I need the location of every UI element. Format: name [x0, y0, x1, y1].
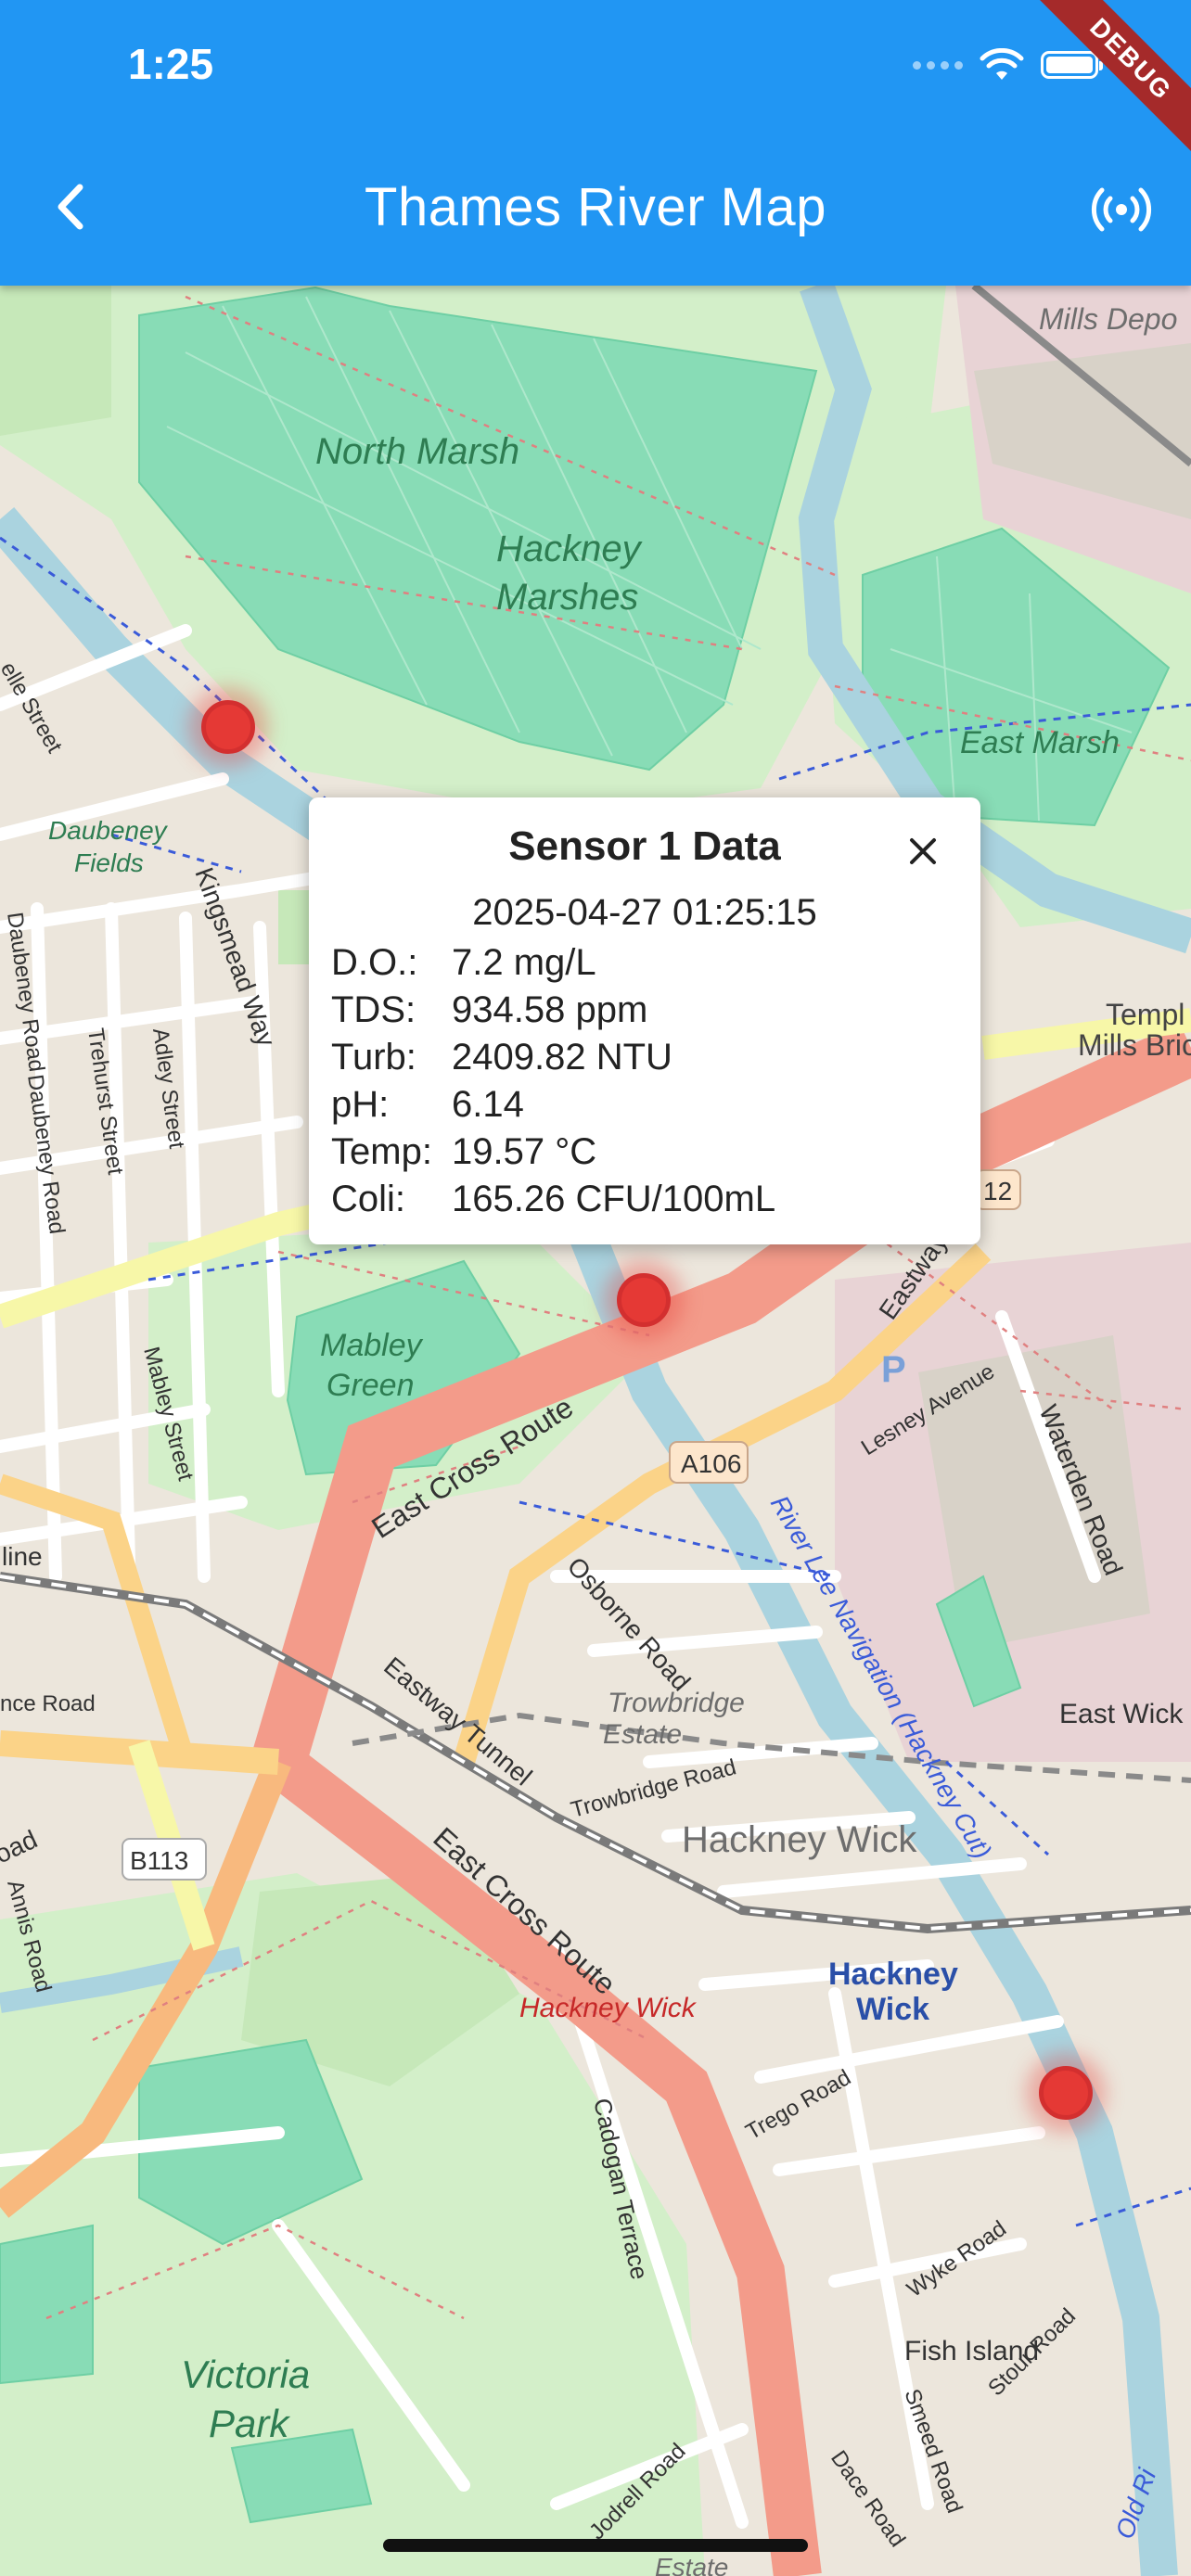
- reading-row: D.O.: 7.2 mg/L: [331, 939, 775, 987]
- reading-row: pH: 6.14: [331, 1081, 775, 1129]
- app-bar: 1:25 Thames River Map: [0, 0, 1191, 286]
- reading-value: 19.57 °C: [452, 1131, 597, 1172]
- map-label-b113: B113: [130, 1846, 188, 1875]
- reading-value: 2409.82 NTU: [452, 1037, 672, 1078]
- map-label-hackney-wick: Hackney Wick: [682, 1819, 917, 1860]
- map-label-a12: 12: [983, 1177, 1012, 1205]
- broadcast-signal-icon[interactable]: [1089, 182, 1154, 237]
- page-title: Thames River Map: [365, 177, 826, 237]
- reading-label: Coli:: [331, 1179, 406, 1219]
- map-label-daubeney-fields-2: Fields: [74, 848, 144, 877]
- popup-timestamp: 2025-04-27 01:25:15: [472, 892, 817, 933]
- map-view[interactable]: North Marsh Hackney Marshes East Marsh D…: [0, 286, 1191, 2576]
- reading-row: Turb: 2409.82 NTU: [331, 1034, 775, 1081]
- popup-readings: D.O.: 7.2 mg/L TDS: 934.58 ppm Turb: 2409.8…: [331, 939, 775, 1223]
- reading-row: TDS: 934.58 ppm: [331, 987, 775, 1034]
- map-label-nce-road: nce Road: [0, 1691, 96, 1716]
- map-label-victoria-park-2: Park: [209, 2402, 290, 2445]
- map-label-mills-depot: Mills Depo: [1039, 302, 1177, 336]
- reading-value: 165.26 CFU/100mL: [452, 1179, 776, 1219]
- cellular-signal-icon: [913, 60, 963, 70]
- map-label-hackney-marshes: Hackney: [496, 529, 644, 569]
- reading-row: Coli: 165.26 CFU/100mL: [331, 1176, 775, 1223]
- map-label-trowbridge-estate-2: Estate: [603, 1719, 682, 1750]
- reading-value: 7.2 mg/L: [452, 942, 596, 983]
- map-label-hackney-wick-station: Hackney: [828, 1957, 958, 1992]
- map-label-hackney-wick-red: Hackney Wick: [519, 1993, 698, 2023]
- close-icon[interactable]: [906, 835, 940, 868]
- sensor-marker-3[interactable]: [1039, 2066, 1093, 2120]
- map-label-north-marsh: North Marsh: [315, 431, 519, 472]
- reading-label: Turb:: [331, 1037, 416, 1078]
- sensor-marker-1[interactable]: [201, 700, 255, 754]
- status-icons: [913, 48, 1103, 82]
- sensor-marker-2[interactable]: [617, 1273, 671, 1327]
- map-label-east-marsh: East Marsh: [960, 725, 1120, 760]
- map-label-hackney-wick-station-2: Wick: [856, 1992, 929, 2027]
- map-label-temple-mills: Templ: [1106, 998, 1185, 1031]
- reading-value: 934.58 ppm: [452, 989, 648, 1030]
- reading-row: Temp: 19.57 °C: [331, 1129, 775, 1176]
- map-label-victoria-park: Victoria: [181, 2353, 310, 2396]
- map-label-east-wick: East Wick: [1059, 1699, 1184, 1729]
- wifi-icon: [980, 48, 1024, 80]
- map-label-a106: A106: [681, 1449, 741, 1478]
- map-label-parking: P: [881, 1349, 906, 1390]
- map-label-mabley-green-2: Green: [327, 1368, 415, 1403]
- reading-label: TDS:: [331, 989, 416, 1030]
- reading-label: D.O.:: [331, 942, 418, 983]
- reading-value: 6.14: [452, 1084, 524, 1125]
- map-label-line: line: [2, 1542, 43, 1571]
- reading-label: Temp:: [331, 1131, 432, 1172]
- reading-label: pH:: [331, 1084, 390, 1125]
- map-label-temple-mills-2: Mills Bric: [1078, 1028, 1191, 1062]
- map-label-daubeney-fields: Daubeney: [48, 816, 169, 845]
- battery-icon: [1041, 51, 1103, 79]
- map-label-estate-bottom: Estate: [655, 2553, 728, 2576]
- sensor-popup: Sensor 1 Data 2025-04-27 01:25:15 D.O.: 7…: [309, 797, 980, 1244]
- map-label-hackney-marshes-2: Marshes: [496, 577, 638, 618]
- popup-title: Sensor 1 Data: [508, 823, 781, 869]
- map-label-mabley-green: Mabley: [320, 1328, 424, 1363]
- status-time: 1:25: [128, 40, 214, 88]
- home-indicator[interactable]: [383, 2539, 808, 2552]
